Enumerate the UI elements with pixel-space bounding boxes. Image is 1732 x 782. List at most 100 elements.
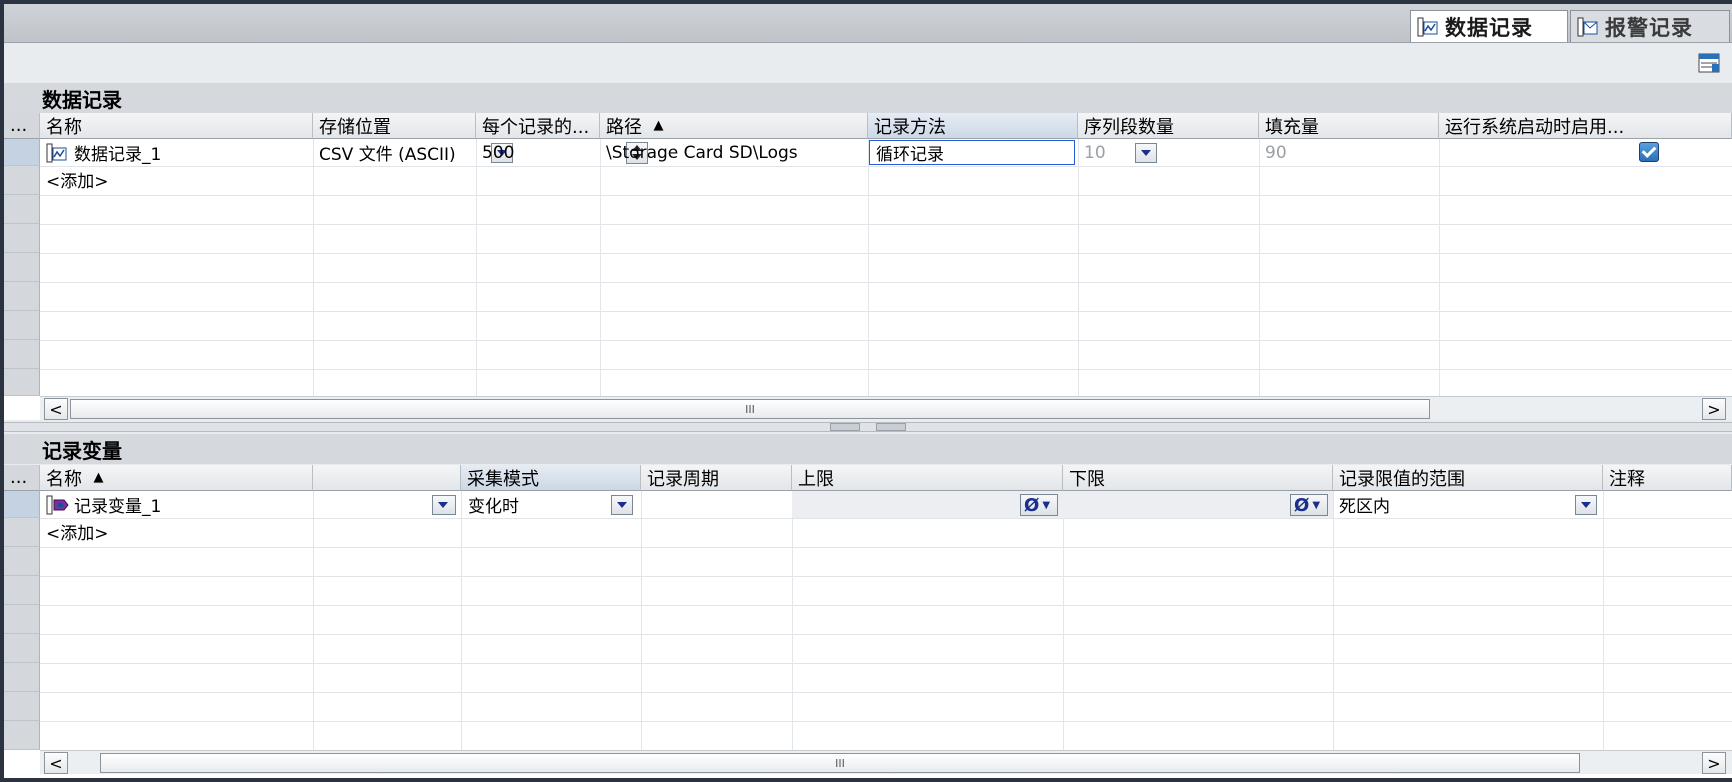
col-header-method[interactable]: 记录方法 xyxy=(868,113,1078,139)
splitter-collapse-up[interactable] xyxy=(830,423,860,431)
data-log-icon xyxy=(46,142,68,164)
row-selector[interactable] xyxy=(4,139,40,166)
row-selector[interactable] xyxy=(4,311,40,340)
storage-dropdown[interactable]: CSV 文件 (ASCII) xyxy=(313,139,476,166)
tab-alarm-log-label: 报警记录 xyxy=(1605,15,1693,40)
grid-line xyxy=(461,491,462,750)
logging-tag-name: 记录变量_1 xyxy=(74,497,162,517)
scroll-left-button[interactable]: < xyxy=(44,752,68,774)
row-selector[interactable] xyxy=(4,491,40,518)
row-selector[interactable] xyxy=(4,369,40,396)
grid-line xyxy=(40,195,1732,196)
col-header-fill[interactable]: 填充量 xyxy=(1259,113,1439,139)
grid-line xyxy=(1439,139,1440,396)
process-tag-browse-button[interactable] xyxy=(432,495,456,515)
grid-line xyxy=(1259,139,1260,396)
grid-line xyxy=(641,491,642,750)
grid-line xyxy=(40,340,1732,341)
grid-line xyxy=(40,692,1732,693)
chevron-left-icon: < xyxy=(49,399,63,419)
row-selector[interactable] xyxy=(4,605,40,634)
col-header-enable-on-start[interactable]: 运行系统启动时启用... xyxy=(1439,113,1732,139)
low-limit-null-button[interactable]: Ø ▼ xyxy=(1290,494,1328,516)
add-row[interactable]: <添加> xyxy=(40,518,313,545)
col-header-high-limit[interactable]: 上限 xyxy=(792,465,1063,491)
row-selector[interactable] xyxy=(4,518,40,547)
grid-line xyxy=(476,139,477,396)
col-header-low-limit[interactable]: 下限 xyxy=(1063,465,1333,491)
row-selector[interactable] xyxy=(4,224,40,253)
grid-line xyxy=(40,634,1732,635)
row-selector[interactable] xyxy=(4,340,40,369)
col-header-storage[interactable]: 存储位置 xyxy=(313,113,476,139)
method-dropdown[interactable]: 循环记录 xyxy=(869,140,1075,165)
limit-range-dropdown[interactable]: 死区内 xyxy=(1333,491,1603,518)
col-header-name[interactable]: 名称 ▲ xyxy=(40,465,313,491)
storage-value: CSV 文件 (ASCII) xyxy=(319,145,456,165)
col-header-more: ... xyxy=(10,115,28,136)
limit-range-dropdown-button[interactable] xyxy=(1575,495,1597,515)
col-label: 序列段数量 xyxy=(1084,116,1174,138)
splitter-collapse-down[interactable] xyxy=(876,423,906,431)
tab-data-log-label: 数据记录 xyxy=(1445,15,1533,40)
path-field[interactable]: \Storage Card SD\Logs xyxy=(600,139,868,166)
scroll-right-button[interactable]: > xyxy=(1702,398,1726,420)
row-selector[interactable] xyxy=(4,576,40,605)
grid-line xyxy=(313,491,314,750)
row-selector[interactable] xyxy=(4,634,40,663)
add-row[interactable]: <添加> xyxy=(40,166,313,193)
fill-cell[interactable]: 90 xyxy=(1259,139,1439,166)
col-label: 名称 xyxy=(46,116,82,138)
add-row-label: <添加> xyxy=(46,172,109,192)
grid-line xyxy=(40,224,1732,225)
row-selector[interactable] xyxy=(4,721,40,750)
null-icon: Ø xyxy=(1024,494,1040,516)
col-header-name[interactable]: 名称 xyxy=(40,113,313,139)
grid-line xyxy=(868,139,869,396)
grid-line xyxy=(40,663,1732,664)
table-row-name-cell[interactable]: 数据记录_1 xyxy=(40,139,313,166)
row-selector[interactable] xyxy=(4,195,40,224)
grid-line xyxy=(40,311,1732,312)
col-header-process-tag[interactable] xyxy=(313,465,461,491)
row-selector[interactable] xyxy=(4,663,40,692)
data-log-icon xyxy=(1417,16,1439,38)
scroll-thumb[interactable]: III xyxy=(70,399,1430,419)
row-selector-header[interactable]: ... xyxy=(4,465,40,491)
data-logs-hscrollbar[interactable]: < III > xyxy=(40,396,1732,420)
row-selector[interactable] xyxy=(4,282,40,311)
segments-value: 10 xyxy=(1084,142,1106,163)
table-settings-icon[interactable] xyxy=(1698,53,1720,73)
logging-tags-hscrollbar[interactable]: < III > xyxy=(40,750,1732,774)
row-selector[interactable] xyxy=(4,547,40,576)
row-selector[interactable] xyxy=(4,166,40,195)
records-per-log-field[interactable]: 500 xyxy=(476,139,600,166)
table-row-name-cell[interactable]: 记录变量_1 xyxy=(40,491,313,518)
col-header-records[interactable]: 每个记录的... xyxy=(476,113,600,139)
grid-line xyxy=(1063,491,1064,750)
col-header-more: ... xyxy=(10,467,28,488)
grid-line xyxy=(40,253,1732,254)
acquisition-mode-dropdown-button[interactable] xyxy=(611,495,633,515)
col-header-path[interactable]: 路径 ▲ xyxy=(600,113,868,139)
enable-on-start-checkbox[interactable] xyxy=(1639,142,1659,162)
tab-alarm-log[interactable]: 报警记录 xyxy=(1570,10,1730,42)
scroll-thumb[interactable]: III xyxy=(100,753,1580,773)
row-selector-header[interactable]: ... xyxy=(4,113,40,139)
col-header-acquisition-mode[interactable]: 采集模式 xyxy=(461,465,641,491)
pane-splitter[interactable] xyxy=(4,422,1732,432)
scroll-right-button[interactable]: > xyxy=(1702,752,1726,774)
col-header-comment[interactable]: 注释 xyxy=(1603,465,1732,491)
row-selector[interactable] xyxy=(4,253,40,282)
fill-value: 90 xyxy=(1265,142,1287,163)
segments-cell[interactable]: 10 xyxy=(1078,139,1259,166)
col-header-segments[interactable]: 序列段数量 xyxy=(1078,113,1259,139)
col-label: 记录限值的范围 xyxy=(1339,468,1465,490)
col-header-limit-range[interactable]: 记录限值的范围 xyxy=(1333,465,1603,491)
high-limit-null-button[interactable]: Ø ▼ xyxy=(1020,494,1058,516)
scroll-left-button[interactable]: < xyxy=(44,398,68,420)
col-label: 采集模式 xyxy=(467,468,539,490)
row-selector[interactable] xyxy=(4,692,40,721)
col-header-cycle[interactable]: 记录周期 xyxy=(641,465,792,491)
tab-data-log[interactable]: 数据记录 xyxy=(1410,10,1568,42)
